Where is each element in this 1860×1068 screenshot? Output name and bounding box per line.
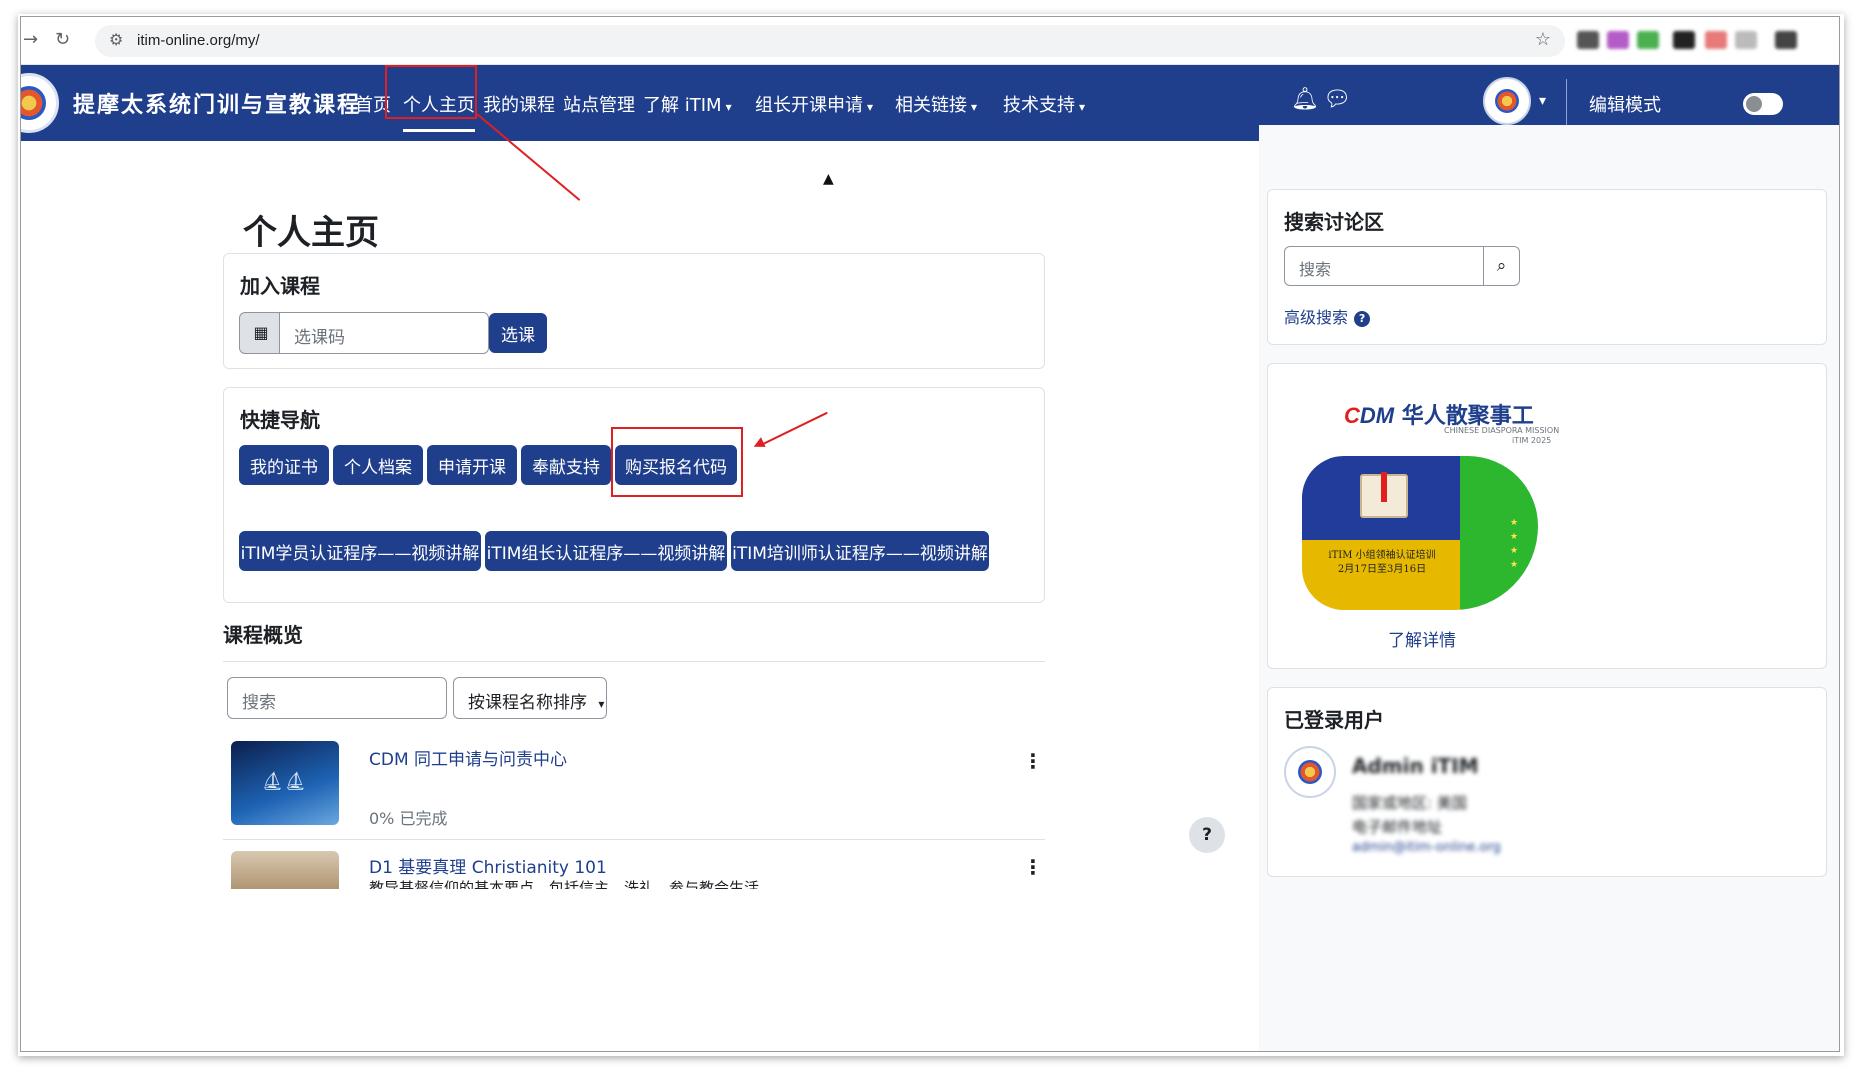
mouse-cursor-icon: ▲: [823, 171, 834, 187]
join-course-title: 加入课程: [240, 274, 320, 298]
logged-in-user-block: 已登录用户 Admin iTIM 国家或地区: 美国 电子邮件地址 admin@…: [1267, 687, 1827, 877]
nav-related-links-label: 相关链接: [895, 95, 967, 116]
course-search-input[interactable]: 搜索: [227, 677, 447, 719]
address-bar[interactable]: ⚙ itim-online.org/my/ ☆: [95, 25, 1565, 57]
chevron-down-icon: ▾: [867, 100, 874, 114]
course-name-link[interactable]: D1 基要真理 Christianity 101: [369, 853, 607, 878]
extension-icon[interactable]: [1637, 31, 1659, 49]
trainer-cert-video-button[interactable]: iTIM培训师认证程序——视频讲解: [731, 531, 989, 571]
nav-about-itim-label: 了解 iTIM: [643, 95, 722, 116]
promo-banner-image[interactable]: iTIM 小组领袖认证培训 2月17日至3月16日 ★ ★ ★ ★: [1302, 456, 1538, 610]
quick-nav-profile-button[interactable]: 个人档案: [333, 445, 423, 485]
browser-toolbar: → ↻ ⚙ itim-online.org/my/ ☆: [21, 17, 1839, 65]
qr-code-icon[interactable]: ▦: [239, 312, 283, 354]
chevron-down-icon: ▾: [598, 697, 605, 711]
extension-icon[interactable]: [1673, 31, 1695, 49]
site-name[interactable]: 提摩太系统门训与宣教课程: [73, 87, 361, 119]
leader-cert-video-button[interactable]: iTIM组长认证程序——视频讲解: [485, 531, 727, 571]
edit-mode-toggle[interactable]: [1743, 93, 1783, 115]
advanced-search-link[interactable]: 高级搜索?: [1284, 304, 1371, 328]
user-email-label: 电子邮件地址: [1352, 818, 1443, 836]
annotation-highlight-box: [385, 65, 477, 119]
nav-about-itim[interactable]: 了解 iTIM ▾: [643, 91, 732, 117]
course-overview-title: 课程概览: [223, 623, 303, 647]
enroll-button[interactable]: 选课: [489, 313, 547, 353]
row-divider: [223, 839, 1045, 840]
chevron-down-icon: ▾: [725, 100, 732, 114]
section-divider: [223, 661, 1045, 662]
advanced-search-label: 高级搜索: [1284, 308, 1349, 327]
extension-icon[interactable]: [1705, 31, 1727, 49]
navbar-divider: [1566, 79, 1567, 127]
promo-dates: 2月17日至3月16日: [1337, 564, 1427, 575]
quick-nav-apply-course-button[interactable]: 申请开课: [427, 445, 517, 485]
annotation-highlight-box: [611, 427, 743, 497]
student-cert-video-button[interactable]: iTIM学员认证程序——视频讲解: [239, 531, 481, 571]
nav-leader-apply[interactable]: 组长开课申请 ▾: [755, 91, 873, 117]
notification-bell-icon[interactable]: 🔔︎: [1291, 87, 1319, 112]
nav-my-courses[interactable]: 我的课程: [483, 91, 555, 117]
page-title: 个人主页: [243, 213, 379, 253]
url-text: itim-online.org/my/: [137, 32, 260, 49]
chevron-down-icon: ▾: [971, 100, 978, 114]
forum-search-block: 搜索讨论区 搜索 ⌕ 高级搜索?: [1267, 189, 1827, 345]
reload-icon[interactable]: ↻: [55, 29, 70, 50]
chevron-down-icon[interactable]: ▾: [1539, 93, 1546, 109]
course-thumbnail[interactable]: [231, 851, 339, 889]
site-logo[interactable]: [21, 73, 59, 133]
promo-block: CDM 华人散聚事工 CHINESE DIASPORA MISSION iTIM…: [1267, 363, 1827, 669]
quick-nav-certificates-button[interactable]: 我的证书: [239, 445, 329, 485]
logged-in-title: 已登录用户: [1284, 708, 1384, 732]
paper-boat-icon: ⛵︎⛵︎: [261, 771, 307, 792]
forum-search-input-group[interactable]: 搜索 ⌕: [1284, 246, 1520, 286]
nav-leader-apply-label: 组长开课申请: [755, 95, 863, 116]
course-code-input[interactable]: 选课码: [279, 312, 489, 354]
user-country: 国家或地区: 美国: [1352, 794, 1467, 812]
extension-icon[interactable]: [1607, 31, 1629, 49]
course-actions-menu-icon[interactable]: ⋮: [1023, 749, 1043, 773]
promo-caption: iTIM 小组领袖认证培训: [1328, 550, 1436, 561]
extension-icon[interactable]: [1577, 31, 1599, 49]
promo-details-link[interactable]: 了解详情: [1388, 626, 1456, 651]
cdm-logo-english: CHINESE DIASPORA MISSION: [1444, 426, 1560, 435]
user-menu-avatar[interactable]: [1483, 77, 1531, 125]
course-sort-select[interactable]: 按课程名称排序 ▾: [453, 677, 607, 719]
nav-related-links[interactable]: 相关链接 ▾: [895, 91, 977, 117]
user-avatar[interactable]: [1284, 746, 1336, 798]
course-description: 教导基督信仰的基本要点，包括信主、洗礼、参与教会生活: [369, 879, 760, 889]
forum-search-title: 搜索讨论区: [1284, 210, 1384, 234]
bookmark-star-icon[interactable]: ☆: [1535, 29, 1551, 50]
course-list-item[interactable]: ⛵︎⛵︎ CDM 同工申请与问责中心 0% 已完成 ⋮: [223, 739, 1045, 839]
forward-icon[interactable]: →: [23, 29, 38, 50]
help-icon[interactable]: ?: [1354, 310, 1371, 327]
course-list-item[interactable]: D1 基要真理 Christianity 101 教导基督信仰的基本要点，包括信…: [223, 849, 1045, 889]
nav-tech-support[interactable]: 技术支持 ▾: [1003, 91, 1085, 117]
course-thumbnail[interactable]: ⛵︎⛵︎: [231, 741, 339, 825]
course-progress: 0% 已完成: [369, 809, 448, 828]
quick-nav-title: 快捷导航: [240, 408, 320, 432]
user-email[interactable]: admin@itim-online.org: [1352, 840, 1501, 855]
quick-nav-donate-button[interactable]: 奉献支持: [521, 445, 611, 485]
messages-icon[interactable]: 💬︎: [1323, 87, 1351, 112]
search-icon[interactable]: ⌕: [1483, 247, 1519, 285]
stars-icon: ★ ★ ★ ★: [1510, 518, 1519, 570]
nav-site-admin[interactable]: 站点管理: [563, 91, 635, 117]
cdm-logo-year: iTIM 2025: [1512, 436, 1552, 445]
browser-window: → ↻ ⚙ itim-online.org/my/ ☆ 提摩太系统门训与宣教课程…: [20, 16, 1840, 1052]
forum-search-input[interactable]: 搜索: [1299, 256, 1331, 280]
extension-icon[interactable]: [1775, 31, 1797, 49]
course-name-link[interactable]: CDM 同工申请与问责中心: [369, 745, 567, 770]
course-actions-menu-icon[interactable]: ⋮: [1023, 855, 1043, 879]
extension-icon[interactable]: [1735, 31, 1757, 49]
site-settings-icon[interactable]: ⚙: [109, 30, 123, 49]
sort-label: 按课程名称排序: [468, 693, 587, 713]
nav-tech-support-label: 技术支持: [1003, 95, 1075, 116]
chevron-down-icon: ▾: [1079, 100, 1086, 114]
user-fullname[interactable]: Admin iTIM: [1352, 754, 1479, 778]
help-button[interactable]: ?: [1189, 817, 1225, 853]
edit-mode-label: 编辑模式: [1589, 95, 1661, 116]
